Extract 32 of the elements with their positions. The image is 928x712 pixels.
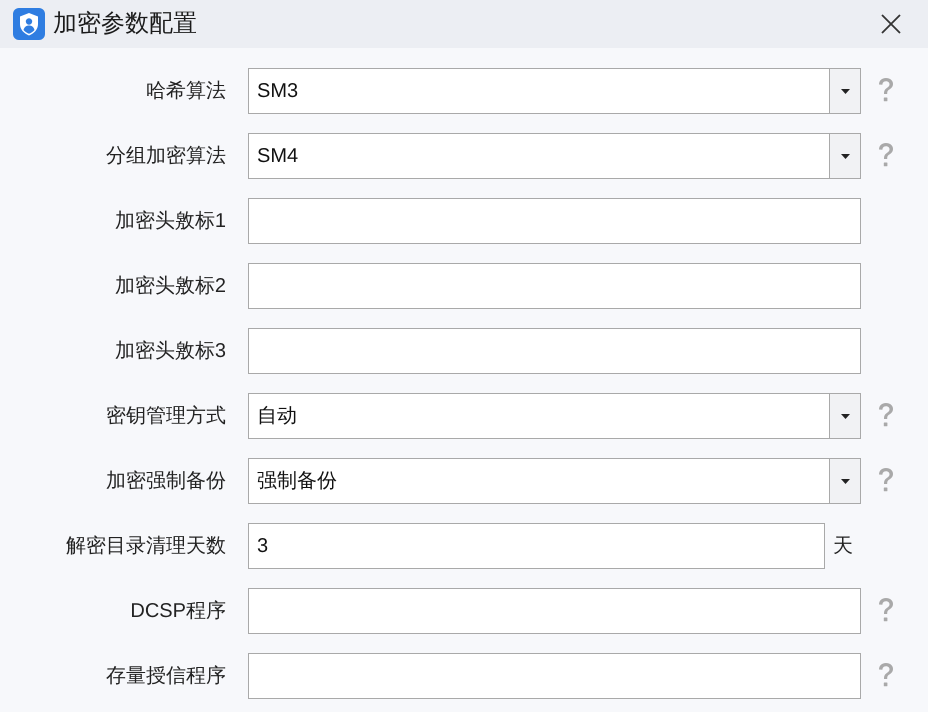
field-label: 加密头敫标3	[114, 339, 226, 364]
input-field[interactable]	[248, 263, 861, 309]
input-field[interactable]: 3	[248, 523, 825, 569]
unit-label: 天	[832, 534, 854, 559]
close-icon	[881, 14, 901, 34]
input-field[interactable]	[248, 653, 861, 699]
field-label: 解密目录清理天数	[65, 534, 226, 559]
caret-icon	[840, 88, 850, 94]
field-label: 存量授信程序	[105, 664, 226, 689]
caret-icon	[840, 478, 850, 484]
window-title: 加密参数配置	[53, 12, 197, 36]
dropdown-button[interactable]	[829, 69, 860, 113]
dropdown-button[interactable]	[829, 459, 860, 503]
field-label: 加密头敫标2	[114, 274, 226, 299]
dropdown[interactable]: SM4	[248, 133, 861, 179]
field-label: DCSP程序	[129, 599, 226, 624]
dropdown-button[interactable]	[829, 134, 860, 178]
app-shield-icon	[13, 8, 45, 40]
dropdown[interactable]: SM3	[248, 68, 861, 114]
field-label: 分组加密算法	[105, 144, 226, 169]
dropdown-button[interactable]	[829, 394, 860, 438]
input-field[interactable]	[248, 198, 861, 244]
caret-icon	[840, 154, 850, 158]
input-field[interactable]	[248, 328, 861, 374]
caret-icon	[840, 414, 850, 418]
input-field[interactable]	[248, 588, 861, 634]
field-label: 加密头敫标1	[114, 209, 226, 234]
field-label: 密钥管理方式	[105, 404, 226, 429]
dropdown[interactable]: 自动	[248, 393, 861, 439]
field-label: 加密强制备份	[105, 469, 226, 494]
dropdown[interactable]: 强制备份	[248, 458, 861, 504]
field-label: 哈希算法	[145, 79, 226, 104]
